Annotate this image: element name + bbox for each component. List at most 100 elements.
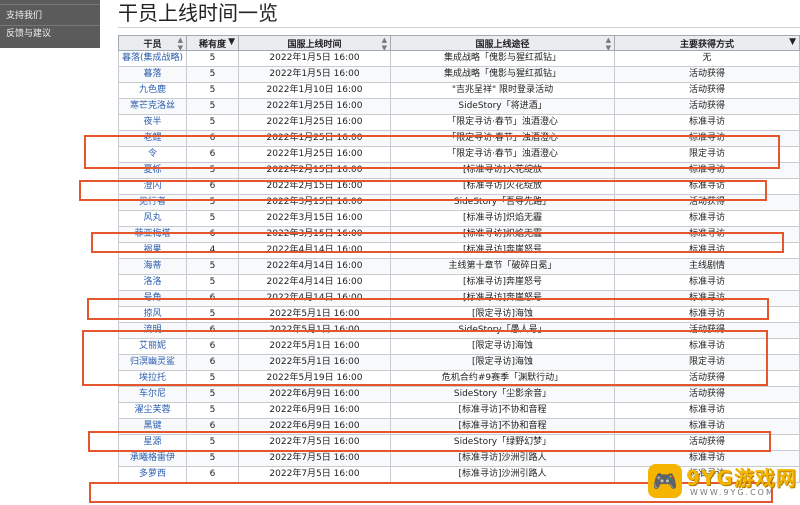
release-time-cell: 2022年3月15日 16:00 (238, 194, 391, 211)
release-channel-cell: "吉兆呈祥" 限时登录活动 (390, 82, 615, 99)
table-row: 黑键 6 2022年6月9日 16:00 [标准寻访]不协和音程 标准寻访 (118, 418, 800, 435)
acquisition-cell: 活动获得 (614, 194, 800, 211)
release-channel-cell: [限定寻访]海蚀 (390, 338, 615, 355)
column-header-release-channel[interactable]: 国服上线途径 ▲ ▼ (390, 35, 615, 51)
rarity-cell: 6 (186, 130, 239, 147)
acquisition-cell: 活动获得 (614, 386, 800, 403)
release-channel-cell: 集成战略「傀影与猩红孤钻」 (390, 66, 615, 83)
table-body: 暮落(集成战略) 5 2022年1月5日 16:00 集成战略「傀影与猩红孤钻」无暮落… (118, 50, 800, 483)
operator-link[interactable]: 夏栎 (118, 162, 187, 179)
gamepad-icon: 🎮 (648, 464, 682, 498)
table-row: 濯尘芙蓉 5 2022年6月9日 16:00 [标准寻访]不协和音程 标准寻访 (118, 402, 800, 419)
release-channel-cell: SideStory「绿野幻梦」 (390, 434, 615, 451)
operator-link[interactable]: 夜半 (118, 114, 187, 131)
release-time-cell: 2022年5月1日 16:00 (238, 322, 391, 339)
release-time-cell: 2022年7月5日 16:00 (238, 450, 391, 467)
table-row: 暮落 5 2022年1月5日 16:00 集成战略「傀影与猩红孤钻」 活动获得 (118, 66, 800, 83)
release-channel-cell: SideStory「愚人号」 (390, 322, 615, 339)
sort-icon[interactable]: ▲ ▼ (382, 37, 387, 50)
operator-link[interactable]: 洛洛 (118, 274, 187, 291)
filter-icon[interactable]: ▼ (228, 37, 235, 47)
sort-icon[interactable]: ▲ ▼ (606, 37, 611, 50)
operator-link[interactable]: 海蒂 (118, 258, 187, 275)
release-time-cell: 2022年1月25日 16:00 (238, 130, 391, 147)
rarity-cell: 6 (186, 146, 239, 163)
table-row: 令 6 2022年1月25日 16:00 「限定寻访·春节」浊酒澄心 限定寻访 (118, 146, 800, 163)
operator-link[interactable]: 令 (118, 146, 187, 163)
operator-link[interactable]: 风丸 (118, 210, 187, 227)
rarity-cell: 5 (186, 114, 239, 131)
column-header-release-time[interactable]: 国服上线时间 ▲ ▼ (238, 35, 391, 51)
release-time-cell: 2022年2月15日 16:00 (238, 178, 391, 195)
operator-link[interactable]: 暮落(集成战略) (118, 50, 187, 67)
release-channel-cell: [限定寻访]海蚀 (390, 306, 615, 323)
acquisition-cell: 活动获得 (614, 322, 800, 339)
rarity-cell: 5 (186, 82, 239, 99)
table-row: 号角 6 2022年4月14日 16:00 [标准寻访]奔崖怒号 标准寻访 (118, 290, 800, 307)
operator-link[interactable]: 暮落 (118, 66, 187, 83)
operator-link[interactable]: 黑键 (118, 418, 187, 435)
rarity-cell: 5 (186, 66, 239, 83)
operator-link[interactable]: 九色鹿 (118, 82, 187, 99)
rarity-cell: 5 (186, 402, 239, 419)
operator-link[interactable]: 濯尘芙蓉 (118, 402, 187, 419)
table-header-row: 干员 ▲ ▼ 稀有度 ▼ 国服上线时间 ▲ ▼ 国服上线途径 ▲ ▼ 主要获得方式 ▼ (118, 35, 800, 51)
release-time-cell: 2022年6月9日 16:00 (238, 386, 391, 403)
operator-link[interactable]: 流明 (118, 322, 187, 339)
release-channel-cell: SideStory「吾导先路」 (390, 194, 615, 211)
release-time-cell: 2022年7月5日 16:00 (238, 466, 391, 483)
acquisition-cell: 活动获得 (614, 66, 800, 83)
table-row: 老鲤 6 2022年1月25日 16:00 「限定寻访·春节」浊酒澄心 标准寻访 (118, 130, 800, 147)
operator-link[interactable]: 车尔尼 (118, 386, 187, 403)
sidebar-divider (0, 4, 100, 5)
sort-icon[interactable]: ▲ ▼ (178, 37, 183, 50)
watermark-brand: 9YG游戏网 (686, 466, 797, 490)
operator-link[interactable]: 艾丽妮 (118, 338, 187, 355)
operator-link[interactable]: 老鲤 (118, 130, 187, 147)
page-title: 干员上线时间一览 (118, 1, 278, 25)
column-header-acquisition[interactable]: 主要获得方式 ▼ (614, 35, 800, 51)
acquisition-cell: 标准寻访 (614, 290, 800, 307)
acquisition-cell: 主线剧情 (614, 258, 800, 275)
operator-link[interactable]: 澄闪 (118, 178, 187, 195)
release-time-cell: 2022年6月9日 16:00 (238, 418, 391, 435)
release-channel-cell: [标准寻访]不协和音程 (390, 402, 615, 419)
acquisition-cell: 活动获得 (614, 434, 800, 451)
operator-link[interactable]: 见行者 (118, 194, 187, 211)
operator-link[interactable]: 号角 (118, 290, 187, 307)
release-time-cell: 2022年4月14日 16:00 (238, 242, 391, 259)
sidebar-item-feedback[interactable]: 反馈与建议 (6, 27, 51, 41)
table-row: 寒芒克洛丝 5 2022年1月25日 16:00 SideStory「将进酒」 活动获得 (118, 98, 800, 115)
release-time-cell: 2022年1月5日 16:00 (238, 50, 391, 67)
watermark-url: WWW.9YG.COM (690, 488, 775, 497)
rarity-cell: 5 (186, 98, 239, 115)
operator-link[interactable]: 寒芒克洛丝 (118, 98, 187, 115)
operator-link[interactable]: 埃拉托 (118, 370, 187, 387)
operator-link[interactable]: 归溟幽灵鲨 (118, 354, 187, 371)
filter-icon[interactable]: ▼ (789, 37, 796, 47)
operator-link[interactable]: 菲亚梅塔 (118, 226, 187, 243)
table-row: 埃拉托 5 2022年5月19日 16:00 危机合约#9赛季「渊默行动」 活动获得 (118, 370, 800, 387)
operator-link[interactable]: 承曦格雷伊 (118, 450, 187, 467)
sidebar-item-support-us[interactable]: 支持我们 (6, 9, 42, 23)
release-time-cell: 2022年3月15日 16:00 (238, 226, 391, 243)
operator-link[interactable]: 多萝西 (118, 466, 187, 483)
release-time-cell: 2022年1月25日 16:00 (238, 146, 391, 163)
operator-link[interactable]: 褐果 (118, 242, 187, 259)
table-row: 艾丽妮 6 2022年5月1日 16:00 [限定寻访]海蚀 标准寻访 (118, 338, 800, 355)
column-header-operator[interactable]: 干员 ▲ ▼ (118, 35, 187, 51)
release-channel-cell: 集成战略「傀影与猩红孤钻」 (390, 50, 615, 67)
rarity-cell: 6 (186, 178, 239, 195)
release-channel-cell: SideStory「尘影余音」 (390, 386, 615, 403)
release-channel-cell: 「限定寻访·春节」浊酒澄心 (390, 114, 615, 131)
table-row: 暮落(集成战略) 5 2022年1月5日 16:00 集成战略「傀影与猩红孤钻」无 (118, 50, 800, 67)
release-time-cell: 2022年5月1日 16:00 (238, 306, 391, 323)
operator-link[interactable]: 星源 (118, 434, 187, 451)
operator-link[interactable]: 掠风 (118, 306, 187, 323)
title-divider (118, 27, 800, 28)
release-time-cell: 2022年4月14日 16:00 (238, 274, 391, 291)
rarity-cell: 5 (186, 258, 239, 275)
column-header-rarity[interactable]: 稀有度 ▼ (186, 35, 239, 51)
release-time-cell: 2022年2月15日 16:00 (238, 162, 391, 179)
table-row: 夜半 5 2022年1月25日 16:00 「限定寻访·春节」浊酒澄心 标准寻访 (118, 114, 800, 131)
